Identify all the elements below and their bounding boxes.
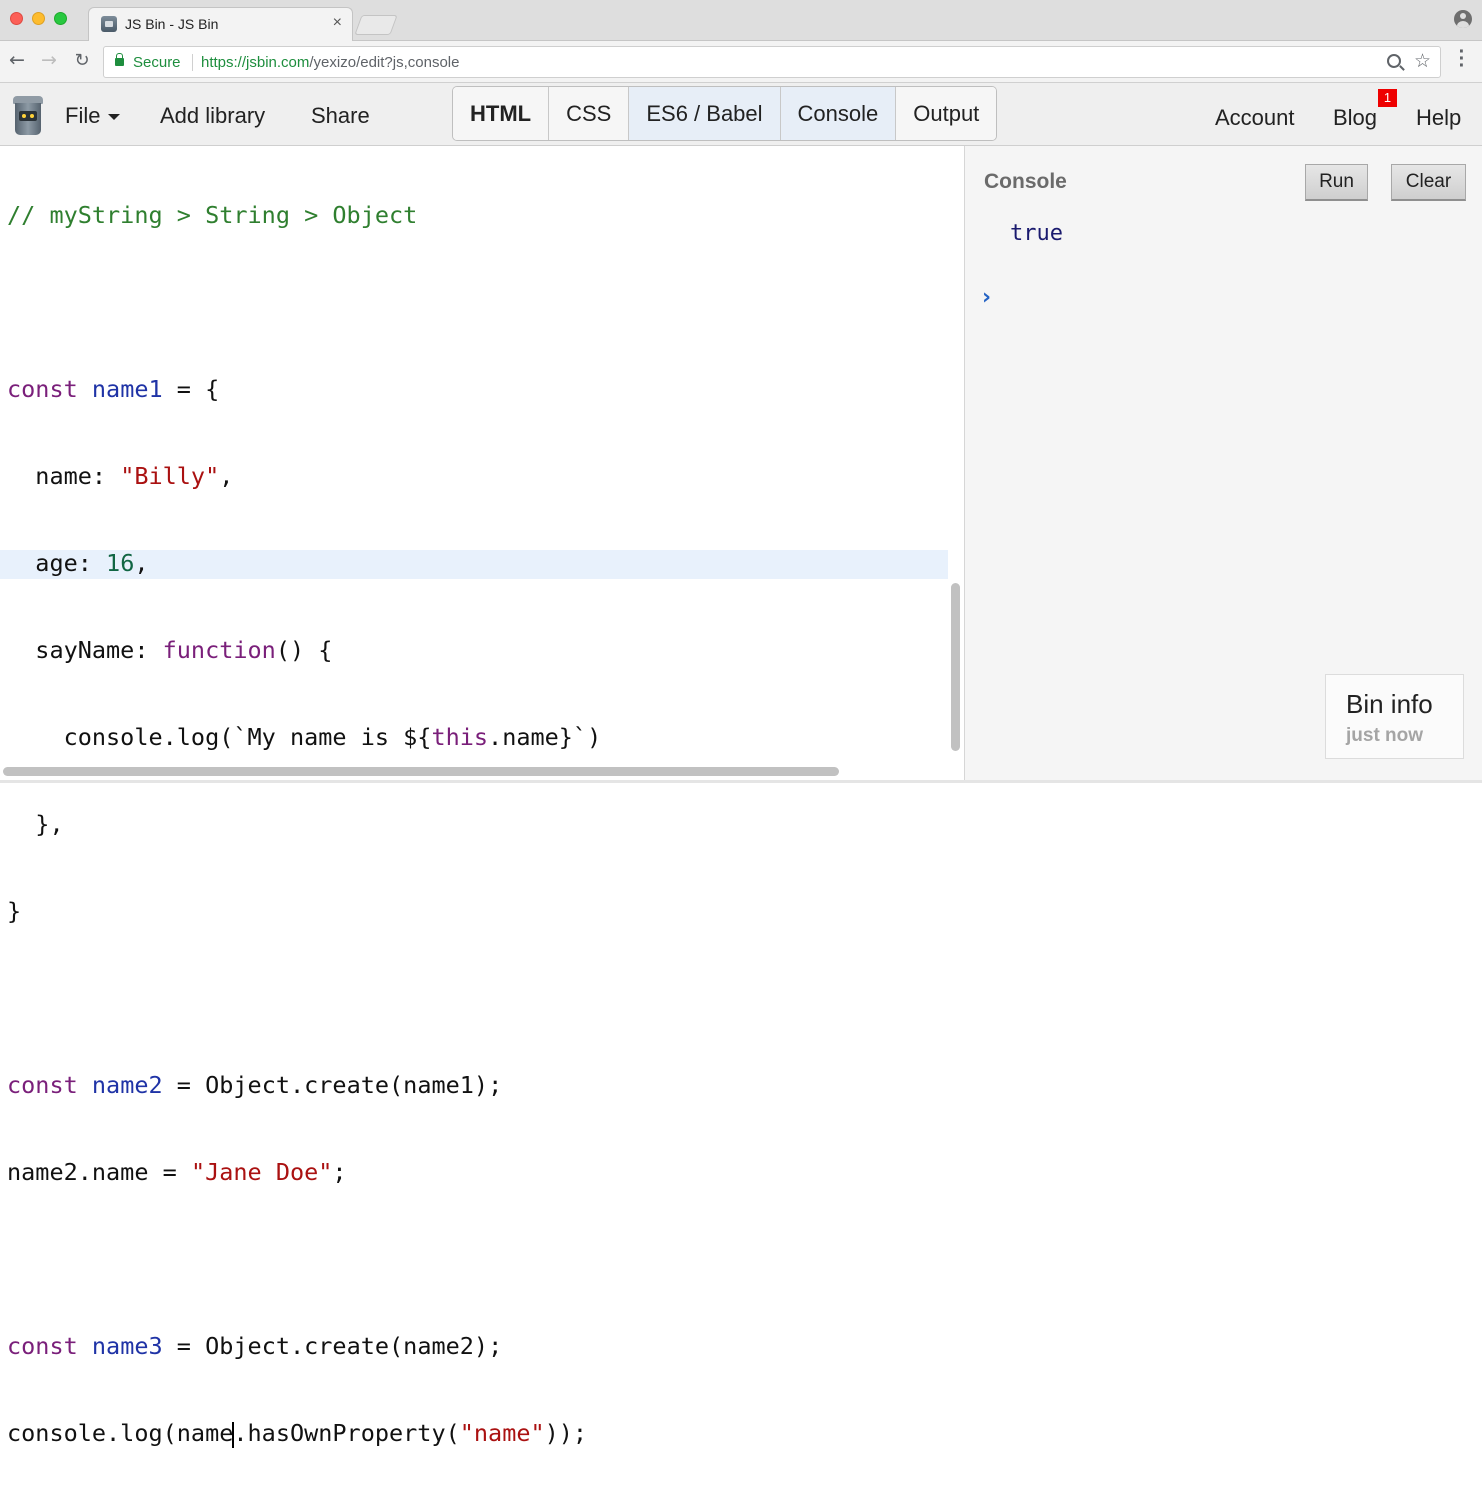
console-prompt-icon[interactable]: ›	[982, 285, 991, 310]
browser-toolbar: ← → ↻ Secure https://jsbin.com/yexizo/ed…	[0, 41, 1482, 83]
bin-info-panel[interactable]: Bin info just now	[1325, 674, 1464, 759]
code-line: // myString > String > Object	[7, 201, 418, 229]
chevron-down-icon	[108, 114, 121, 121]
editor-vertical-scrollbar[interactable]	[951, 583, 960, 751]
lock-icon	[115, 53, 124, 66]
blog-notification-badge: 1	[1378, 89, 1397, 107]
bin-info-timestamp: just now	[1346, 725, 1424, 746]
code-line: console.log(`My name is ${this.name}`)	[7, 723, 602, 751]
bookmark-star-icon[interactable]: ☆	[1414, 50, 1431, 72]
code-line: }	[7, 897, 22, 925]
jsbin-control-bar: File Add library Share HTML CSS ES6 / Ba…	[0, 83, 1482, 146]
file-menu[interactable]: File	[65, 103, 121, 129]
run-button[interactable]: Run	[1305, 164, 1368, 201]
jsbin-logo-icon[interactable]	[12, 96, 44, 135]
panel-toggle-group: HTML CSS ES6 / Babel Console Output	[452, 86, 998, 141]
code-line: name2.name = "Jane Doe";	[7, 1158, 347, 1186]
close-window-icon[interactable]	[10, 12, 23, 25]
url-path: /yexizo/edit?js,console	[309, 54, 460, 71]
panel-console[interactable]: Console	[780, 87, 897, 140]
panel-html[interactable]: HTML	[453, 87, 550, 140]
code-line: const name1 = {	[7, 375, 220, 403]
console-title: Console	[984, 170, 1067, 193]
panel-output[interactable]: Output	[896, 87, 997, 140]
code-line: const name3 = Object.create(name2);	[7, 1332, 503, 1360]
zoom-icon[interactable]	[1387, 54, 1401, 68]
panel-js[interactable]: ES6 / Babel	[629, 87, 781, 140]
text-cursor	[232, 1421, 235, 1448]
url-host: https://jsbin.com	[201, 54, 310, 71]
tab-close-icon[interactable]: ×	[333, 14, 342, 32]
tab-title: JS Bin - JS Bin	[125, 16, 219, 32]
share-button[interactable]: Share	[311, 103, 370, 129]
console-output-line: true	[1010, 221, 1063, 246]
blog-link[interactable]: Blog	[1333, 105, 1377, 131]
editor-horizontal-scrollbar[interactable]	[3, 767, 839, 776]
browser-tab[interactable]: JS Bin - JS Bin ×	[88, 7, 353, 41]
address-bar[interactable]: Secure https://jsbin.com/yexizo/edit?js,…	[103, 46, 1441, 78]
code-line: const name2 = Object.create(name1);	[7, 1071, 503, 1099]
new-tab-button[interactable]	[354, 15, 398, 35]
panel-css[interactable]: CSS	[549, 87, 630, 140]
jsbin-favicon-icon	[101, 16, 117, 32]
secure-label: Secure	[133, 54, 181, 71]
help-link[interactable]: Help	[1416, 105, 1461, 131]
add-library-button[interactable]: Add library	[160, 103, 265, 129]
code-content[interactable]: // myString > String > Object const name…	[7, 143, 601, 1506]
code-line: },	[7, 810, 64, 838]
account-link[interactable]: Account	[1215, 105, 1295, 131]
reload-icon[interactable]: ↻	[70, 50, 94, 71]
code-line: name: "Billy",	[7, 462, 234, 490]
file-menu-label: File	[65, 103, 101, 128]
browser-menu-icon[interactable]: · · ·	[1455, 42, 1469, 76]
code-editor[interactable]: // myString > String > Object const name…	[0, 146, 948, 1448]
back-arrow-icon[interactable]: ←	[5, 49, 29, 71]
code-line-active: console.log(name.hasOwnProperty("name"))…	[7, 1419, 588, 1448]
console-pane: Console Run Clear true › Bin info just n…	[965, 146, 1482, 783]
browser-tab-strip: JS Bin - JS Bin ×	[0, 0, 1482, 41]
minimize-window-icon[interactable]	[32, 12, 45, 25]
forward-arrow-icon[interactable]: →	[37, 49, 61, 71]
bin-info-title: Bin info	[1346, 689, 1433, 719]
code-line: age: 16,	[7, 549, 149, 577]
maximize-window-icon[interactable]	[54, 12, 67, 25]
code-line: sayName: function() {	[7, 636, 333, 664]
url-text[interactable]: https://jsbin.com/yexizo/edit?js,console	[201, 54, 459, 71]
address-separator	[192, 54, 193, 71]
profile-icon[interactable]	[1454, 10, 1472, 28]
clear-button[interactable]: Clear	[1391, 164, 1466, 201]
